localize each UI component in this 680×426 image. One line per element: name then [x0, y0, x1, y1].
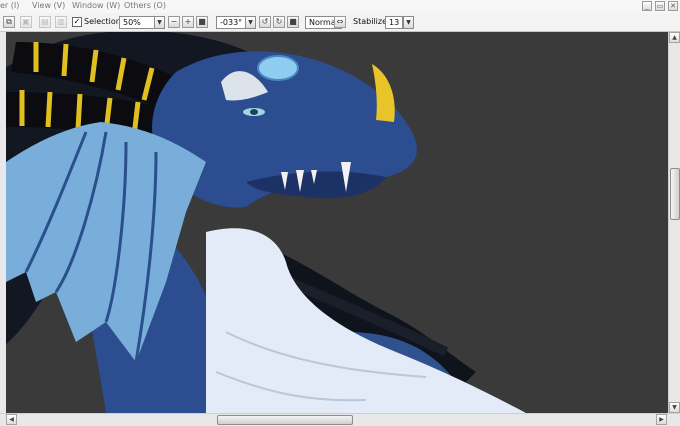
scroll-up-icon[interactable]: ▲	[669, 32, 680, 43]
drawing-canvas[interactable]	[0, 32, 668, 413]
stabilizer-dropdown-icon[interactable]: ▼	[403, 16, 414, 29]
rotate-right-icon[interactable]: ↻	[273, 16, 285, 28]
zoom-in-icon[interactable]: +	[182, 16, 194, 28]
selection-label: Selection	[84, 17, 121, 26]
scroll-down-icon[interactable]: ▼	[669, 402, 680, 413]
rotation-dropdown-icon[interactable]: ▼	[245, 16, 256, 29]
rotate-left-icon[interactable]: ↺	[259, 16, 271, 28]
rotation-reset-icon[interactable]: ■	[287, 16, 299, 28]
stabilizer-field[interactable]: 13	[385, 16, 403, 29]
menu-view[interactable]: View (V)	[32, 1, 65, 10]
zoom-out-icon[interactable]: −	[168, 16, 180, 28]
zoom-reset-icon[interactable]: ■	[196, 16, 208, 28]
minimize-button[interactable]: _	[642, 1, 652, 11]
vertical-scroll-thumb[interactable]	[670, 168, 680, 220]
menu-bar: er (I) View (V) Window (W) Others (O) _ …	[0, 0, 680, 13]
selection-checkbox[interactable]: ✓	[72, 17, 82, 27]
scroll-left-icon[interactable]: ◀	[6, 414, 17, 425]
deselect-icon[interactable]: ⧉	[3, 16, 15, 28]
restore-button[interactable]: ▭	[655, 1, 665, 11]
horizontal-scroll-thumb[interactable]	[217, 415, 353, 425]
vertical-scrollbar[interactable]: ▲ ▼	[668, 32, 680, 413]
menu-window[interactable]: Window (W)	[72, 1, 120, 10]
trim-icon[interactable]: ▤	[39, 16, 51, 28]
flip-horizontal-icon[interactable]: ⇔	[334, 16, 346, 28]
horizontal-scrollbar[interactable]: ◀ ▶	[0, 413, 680, 426]
dragon-artwork	[6, 32, 526, 413]
close-button[interactable]: ✕	[668, 1, 678, 11]
layer-copy-icon[interactable]: ▥	[55, 16, 67, 28]
zoom-field[interactable]: 50%	[119, 16, 155, 29]
canvas-toolbar: ⧉ ▣ ▤ ▥ ✓ Selection 50% ▼ − + ■ -033° ▼ …	[0, 13, 680, 32]
zoom-dropdown-icon[interactable]: ▼	[154, 16, 165, 29]
menu-layer[interactable]: er (I)	[0, 1, 19, 10]
menu-others[interactable]: Others (O)	[124, 1, 166, 10]
invert-selection-icon[interactable]: ▣	[20, 16, 32, 28]
scroll-right-icon[interactable]: ▶	[656, 414, 667, 425]
